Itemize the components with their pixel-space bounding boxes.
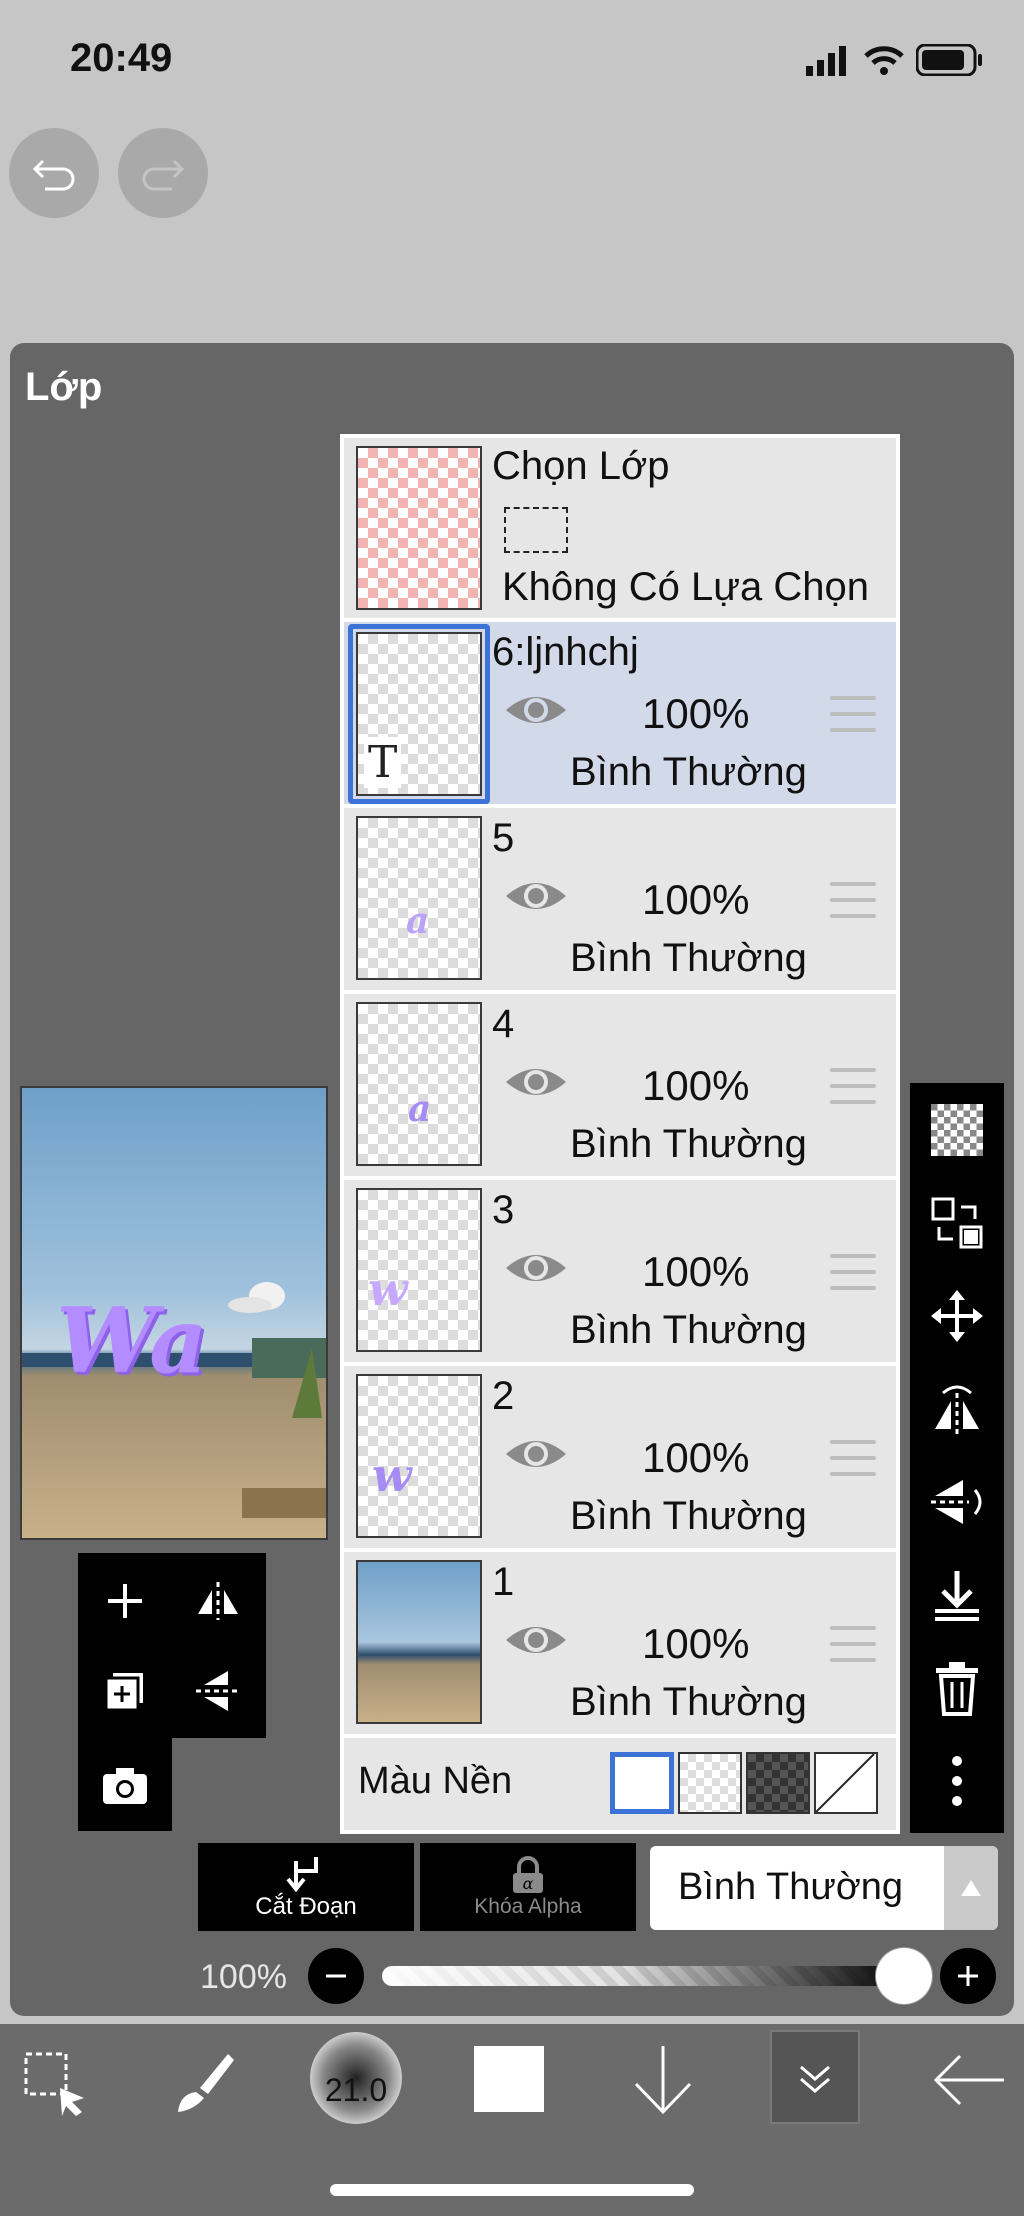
background-label: Màu Nền <box>358 1760 513 1802</box>
flip-vertical-icon[interactable] <box>910 1462 1004 1542</box>
delete-icon[interactable] <box>910 1648 1004 1728</box>
blend-mode-arrow-icon <box>944 1846 998 1930</box>
selection-marquee-icon <box>504 507 568 553</box>
add-copy-layer-button[interactable] <box>100 1666 150 1721</box>
visibility-eye-icon[interactable] <box>504 1434 568 1479</box>
layer-name: 2 <box>492 1374 515 1418</box>
layer-blend-mode: Bình Thường <box>570 1308 807 1352</box>
visibility-eye-icon[interactable] <box>504 876 568 921</box>
redo-button[interactable] <box>118 128 208 218</box>
color-swatch[interactable] <box>474 2046 544 2112</box>
undo-button[interactable] <box>9 128 99 218</box>
preview-text: Wa <box>56 1288 208 1394</box>
text-layer-icon: T <box>364 737 402 788</box>
selection-thumbnail <box>356 446 482 610</box>
bg-white-swatch[interactable] <box>610 1752 674 1814</box>
move-icon[interactable] <box>910 1276 1004 1356</box>
layer-thumbnail-photo <box>356 1560 482 1724</box>
layer-opacity: 100% <box>642 1062 750 1109</box>
layer-name: 5 <box>492 816 515 860</box>
visibility-eye-icon[interactable] <box>504 690 568 735</box>
blend-mode-value: Bình Thường <box>678 1866 904 1908</box>
camera-button[interactable] <box>100 1762 150 1813</box>
layer-blend-mode: Bình Thường <box>570 1494 807 1538</box>
flip-vertical-button[interactable] <box>190 1666 246 1721</box>
flip-horizontal-icon[interactable] <box>910 1369 1004 1449</box>
brush-size-value: 21.0 <box>324 2071 388 2108</box>
thumb-glyph: a <box>406 900 430 942</box>
opacity-plus-button[interactable] <box>940 1948 996 2004</box>
opacity-slider-track[interactable] <box>382 1966 908 1986</box>
home-indicator <box>330 2184 694 2196</box>
layer-opacity: 100% <box>642 1434 750 1481</box>
layer-opacity: 100% <box>642 1620 750 1667</box>
layer-opacity: 100% <box>642 1248 750 1295</box>
layer-blend-mode: Bình Thường <box>570 936 807 980</box>
bg-transparent-swatch[interactable] <box>678 1752 742 1814</box>
layers-panel-toggle[interactable] <box>770 2030 860 2124</box>
layer-opacity: 100% <box>642 876 750 923</box>
layer-blend-mode: Bình Thường <box>570 1122 807 1166</box>
add-layer-button[interactable] <box>100 1576 150 1631</box>
brush-size-indicator[interactable]: 21.0 <box>310 2032 402 2124</box>
layer-blend-mode: Bình Thường <box>570 750 807 794</box>
clipping-button[interactable]: Cắt Đoạn <box>198 1843 414 1931</box>
opacity-label: 100% <box>200 1958 287 1996</box>
layer-name: 3 <box>492 1188 515 1232</box>
layer-name: 4 <box>492 1002 515 1046</box>
visibility-eye-icon[interactable] <box>504 1062 568 1107</box>
brush-tool-icon[interactable] <box>168 2048 238 2123</box>
thumb-glyph: w <box>368 1262 408 1316</box>
layer-thumbnail: T <box>356 632 482 796</box>
alpha-lock-button[interactable]: α Khóa Alpha <box>420 1843 636 1931</box>
layer-name: 1 <box>492 1560 515 1604</box>
chevron-double-down-icon <box>800 2065 830 2093</box>
transfer-layer-icon[interactable] <box>910 1183 1004 1263</box>
clipping-label: Cắt Đoạn <box>255 1893 357 1920</box>
selection-subtitle: Không Có Lựa Chọn <box>502 565 870 609</box>
selection-title: Chọn Lớp <box>492 444 670 488</box>
layer-opacity: 100% <box>642 690 750 737</box>
layer-thumbnail: w <box>356 1188 482 1352</box>
transform-tool-icon[interactable] <box>20 2048 90 2123</box>
wifi-icon <box>864 44 904 81</box>
drag-handle-icon[interactable] <box>830 1626 876 1662</box>
bg-dark-checker-swatch[interactable] <box>746 1752 810 1814</box>
blend-mode-select[interactable]: Bình Thường <box>650 1846 998 1930</box>
status-time: 20:49 <box>70 36 173 80</box>
layer-blend-mode: Bình Thường <box>570 1680 807 1724</box>
drag-handle-icon[interactable] <box>830 696 876 732</box>
layer-thumbnail: w <box>356 1374 482 1538</box>
thumb-glyph: a <box>408 1088 432 1130</box>
drag-handle-icon[interactable] <box>830 1254 876 1290</box>
clipping-arrow-icon <box>286 1857 318 1893</box>
bg-none-swatch[interactable] <box>814 1752 878 1814</box>
merge-down-icon[interactable] <box>910 1555 1004 1635</box>
checkerboard-icon[interactable] <box>910 1090 1004 1170</box>
visibility-eye-icon[interactable] <box>504 1620 568 1665</box>
side-toolbar <box>910 1083 1004 1833</box>
opacity-slider-thumb[interactable] <box>876 1948 932 2004</box>
panel-title: Lớp <box>25 365 103 409</box>
down-arrow-icon[interactable] <box>628 2040 698 2125</box>
back-arrow-icon[interactable] <box>930 2050 1010 2115</box>
layer-thumbnail: a <box>356 1002 482 1166</box>
layer-name: 6:ljnhchj <box>492 630 639 674</box>
flip-horizontal-button[interactable] <box>190 1576 246 1631</box>
alpha-lock-label: Khóa Alpha <box>474 1895 582 1918</box>
thumb-glyph: w <box>372 1448 412 1502</box>
more-icon[interactable] <box>910 1741 1004 1821</box>
layer-thumbnail: a <box>356 816 482 980</box>
opacity-minus-button[interactable] <box>308 1948 364 2004</box>
drag-handle-icon[interactable] <box>830 1068 876 1104</box>
svg-text:α: α <box>523 1874 534 1893</box>
drag-handle-icon[interactable] <box>830 882 876 918</box>
drag-handle-icon[interactable] <box>830 1440 876 1476</box>
visibility-eye-icon[interactable] <box>504 1248 568 1293</box>
canvas-preview[interactable]: Wa <box>20 1086 328 1540</box>
lock-icon: α <box>513 1856 543 1893</box>
battery-icon <box>915 43 984 81</box>
signal-icon <box>806 46 850 81</box>
